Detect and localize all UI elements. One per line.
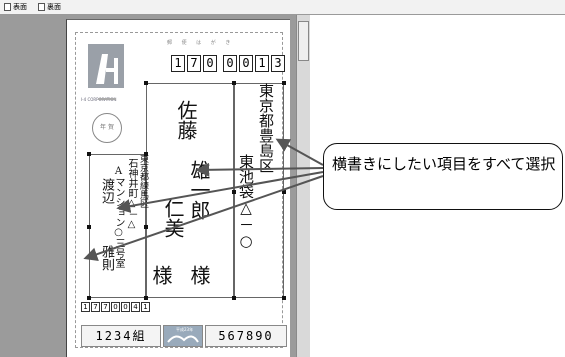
- instruction-callout: 横書きにしたい項目をすべて選択: [323, 143, 563, 210]
- callout-text: 横書きにしたい項目をすべて選択: [332, 155, 556, 173]
